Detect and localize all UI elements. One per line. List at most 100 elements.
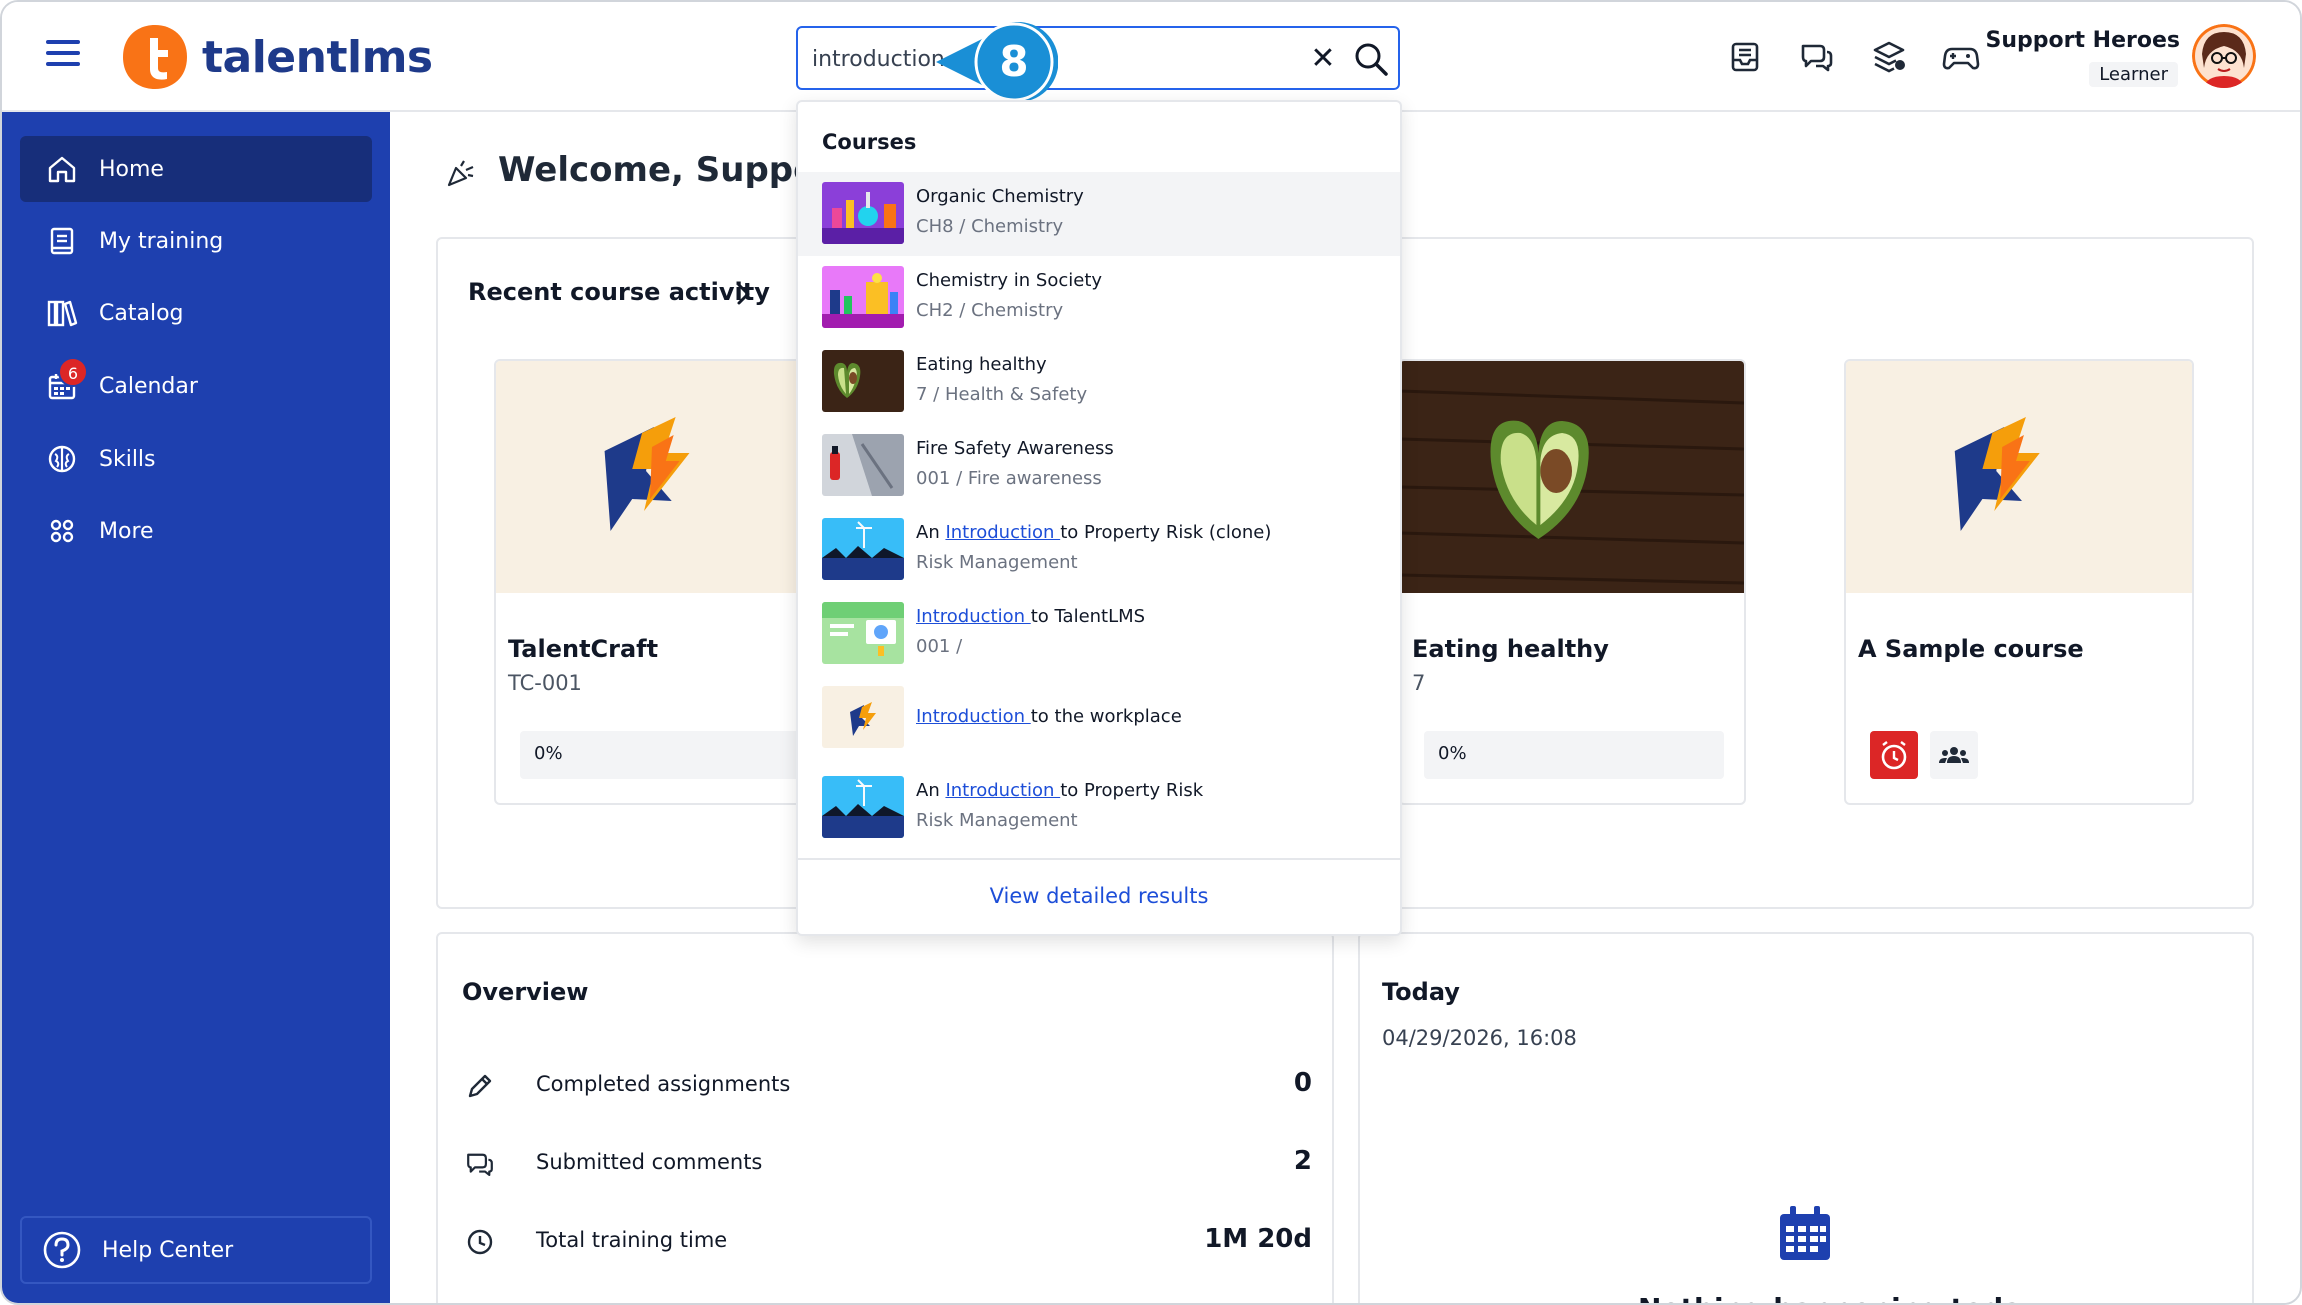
layers-icon[interactable]: [1870, 38, 1908, 76]
result-title: Fire Safety Awareness: [916, 438, 1114, 459]
course-thumbnail: [822, 182, 904, 244]
sidebar-item-my-training[interactable]: My training: [20, 208, 372, 274]
overview-label: Completed assignments: [536, 1072, 791, 1096]
inbox-icon[interactable]: [1726, 38, 1764, 76]
result-title: Organic Chemistry: [916, 186, 1084, 207]
result-subtitle: Risk Management: [916, 552, 1078, 573]
course-thumbnail: [822, 266, 904, 328]
course-card-eating-healthy[interactable]: Eating healthy 7 0%: [1398, 359, 1746, 805]
result-title-prefix: An: [916, 780, 946, 801]
sidebar-item-catalog[interactable]: Catalog: [20, 280, 372, 346]
sidebar-item-label: Home: [99, 156, 164, 182]
search-result-item[interactable]: Eating healthy 7 / Health & Safety: [798, 340, 1400, 424]
result-title-suffix: to the workplace: [1030, 706, 1182, 727]
step-callout-number: 8: [999, 37, 1029, 86]
course-card-sample-course[interactable]: A Sample course: [1844, 359, 2194, 805]
group-icon: [1930, 731, 1978, 779]
results-heading: Courses: [822, 130, 917, 154]
overview-label: Submitted comments: [536, 1150, 763, 1174]
result-title: Eating healthy: [916, 354, 1047, 375]
search-result-item[interactable]: Introduction to the workplace: [798, 676, 1400, 760]
result-title-suffix: to Property Risk (clone): [1060, 522, 1272, 543]
search-result-item[interactable]: An Introduction to Property Risk (clone)…: [798, 508, 1400, 592]
course-thumbnail: [822, 350, 904, 412]
grid-icon: [50, 519, 74, 543]
messages-icon[interactable]: [1798, 38, 1836, 76]
view-detailed-results-link[interactable]: View detailed results: [798, 884, 1400, 908]
search-result-item[interactable]: Introduction to TalentLMS 001 /: [798, 592, 1400, 676]
course-thumbnail: [496, 361, 802, 593]
search-highlight: Introduction: [945, 522, 1061, 543]
result-title: Chemistry in Society: [916, 270, 1103, 291]
result-subtitle: 7 / Health & Safety: [916, 384, 1088, 405]
course-thumbnail: [1400, 361, 1744, 593]
result-title-prefix: An: [916, 522, 946, 543]
search-result-item[interactable]: Chemistry in Society CH2 / Chemistry: [798, 256, 1400, 340]
sidebar-item-more[interactable]: More: [20, 498, 372, 564]
sidebar-item-label: More: [99, 518, 154, 544]
result-subtitle: 001 /: [916, 636, 963, 657]
sidebar-item-label: Skills: [99, 446, 156, 472]
today-datetime: 04/29/2026, 16:08: [1382, 1026, 1577, 1050]
close-icon[interactable]: ✕: [1306, 42, 1340, 76]
progress-value: 0%: [534, 743, 563, 764]
help-icon: [43, 1231, 81, 1269]
sidebar-item-home[interactable]: Home: [20, 136, 372, 202]
chevron-right-icon[interactable]: [732, 280, 756, 308]
recent-activity-title[interactable]: Recent course activity: [468, 278, 770, 306]
help-center-label: Help Center: [102, 1237, 234, 1263]
party-icon: [447, 160, 474, 187]
search-result-item[interactable]: Fire Safety Awareness 001 / Fire awarene…: [798, 424, 1400, 508]
search-box[interactable]: ✕: [796, 26, 1400, 90]
brain-icon: [48, 445, 76, 473]
result-subtitle: 001 / Fire awareness: [916, 468, 1102, 489]
overview-row-training-time: Total training time 1M 20d: [464, 1222, 1312, 1262]
sidebar-item-label: My training: [99, 228, 224, 254]
result-subtitle: Risk Management: [916, 810, 1078, 831]
dropdown-divider: [798, 858, 1400, 860]
progress-bar: 0%: [520, 731, 802, 779]
menu-icon[interactable]: [46, 40, 80, 70]
search-result-item[interactable]: Organic Chemistry CH8 / Chemistry: [798, 172, 1400, 256]
top-header: talentlms ✕ 8: [2, 2, 2300, 112]
sidebar-item-calendar[interactable]: 6 Calendar: [20, 353, 372, 419]
overview-value: 1M 20d: [1204, 1224, 1312, 1254]
course-code: TC-001: [508, 671, 582, 695]
course-thumbnail: [822, 776, 904, 838]
search-highlight: Introduction: [916, 606, 1031, 627]
course-thumbnail: [822, 602, 904, 664]
sidebar-item-skills[interactable]: Skills: [20, 426, 372, 492]
course-title: Eating healthy: [1412, 635, 1609, 663]
clock-icon: [467, 1229, 493, 1255]
result-title: An Introduction to Property Risk (clone): [916, 522, 1271, 543]
alarm-icon: [1870, 731, 1918, 779]
home-icon: [48, 156, 76, 183]
course-title: TalentCraft: [508, 635, 659, 663]
calendar-badge: 6: [58, 357, 88, 387]
help-center-button[interactable]: Help Center: [20, 1216, 372, 1284]
avatar[interactable]: [2192, 24, 2256, 88]
search-result-item[interactable]: An Introduction to Property Risk Risk Ma…: [798, 766, 1400, 850]
course-code: 7: [1412, 671, 1426, 695]
result-title: Introduction to TalentLMS: [916, 606, 1145, 627]
overview-value: 0: [1293, 1068, 1312, 1098]
user-name[interactable]: Support Heroes: [1986, 28, 2180, 53]
overview-label: Total training time: [536, 1228, 728, 1252]
search-highlight: Introduction: [945, 780, 1061, 801]
sidebar-item-label: Calendar: [99, 373, 198, 399]
overview-row-comments: Submitted comments 2: [464, 1144, 1312, 1184]
sidebar: Home My training Catalog 6 Calendar Skil…: [2, 112, 390, 1303]
search-icon[interactable]: [1352, 40, 1390, 78]
messages-icon: [467, 1153, 493, 1177]
brand-logo[interactable]: talentlms: [120, 22, 433, 92]
pencil-icon: [468, 1074, 492, 1098]
result-subtitle: CH2 / Chemistry: [916, 300, 1064, 321]
user-role-badge[interactable]: Learner: [2089, 62, 2178, 87]
course-card-talentcraft[interactable]: TalentCraft TC-001 0%: [494, 359, 804, 805]
result-title: An Introduction to Property Risk: [916, 780, 1203, 801]
calendar-icon: [1780, 1206, 1830, 1260]
overview-value: 2: [1293, 1146, 1312, 1176]
today-title: Today: [1382, 978, 1460, 1006]
gamepad-icon[interactable]: [1942, 38, 1980, 76]
brand-name: talentlms: [202, 31, 433, 83]
